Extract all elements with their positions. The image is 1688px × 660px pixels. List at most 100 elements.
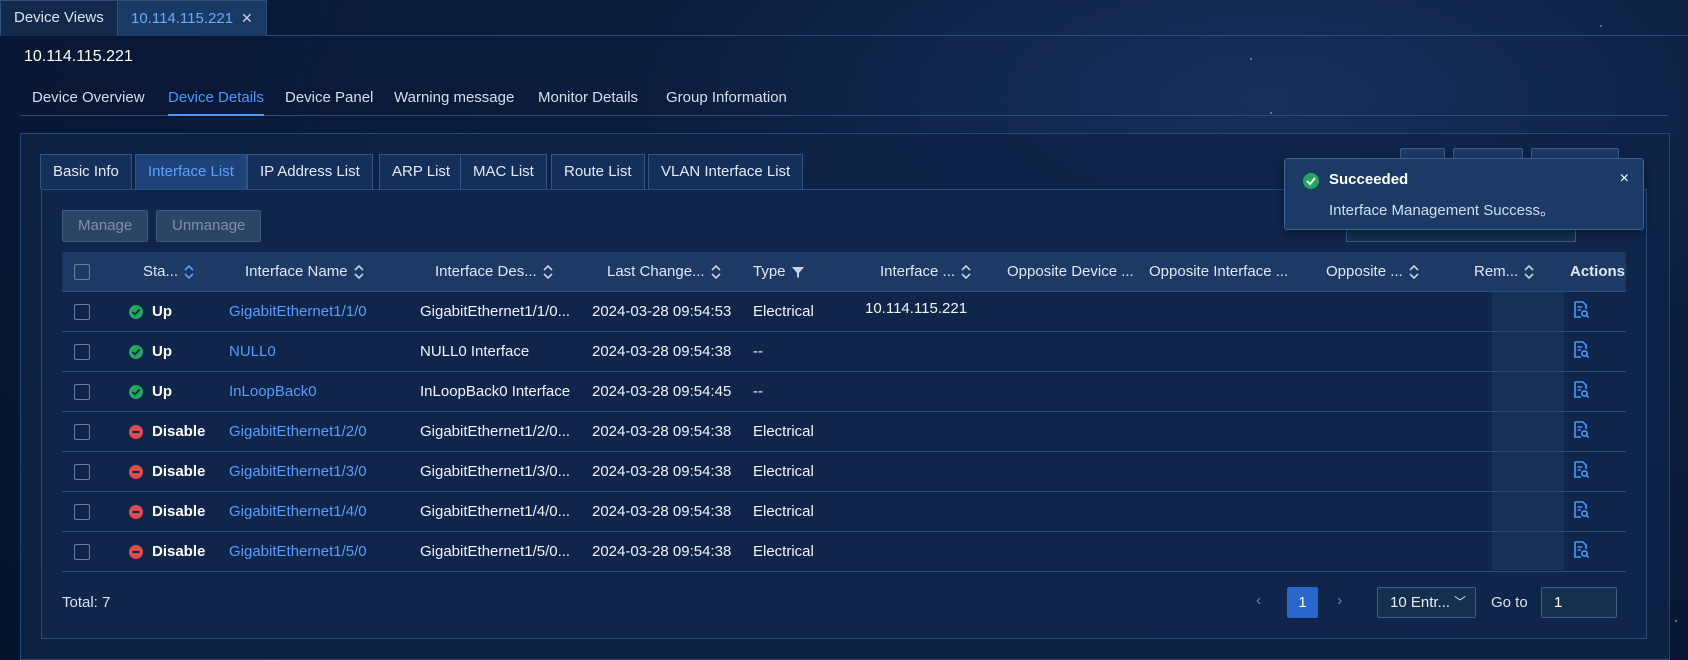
column-header-interface-ip[interactable]: Interface ... — [880, 252, 971, 292]
tab-basic-info[interactable]: Basic Info — [40, 154, 132, 189]
interface-name-link[interactable]: GigabitEthernet1/1/0 — [229, 292, 367, 332]
tab-device-details[interactable]: Device Details — [168, 89, 264, 116]
status-label: Disable — [152, 503, 206, 520]
view-details-icon[interactable] — [1572, 341, 1590, 359]
row-checkbox[interactable] — [74, 304, 90, 320]
column-header-label: Interface Des... — [435, 263, 537, 280]
table-row[interactable]: Disable GigabitEthernet1/4/0 GigabitEthe… — [62, 492, 1626, 532]
prev-page-icon[interactable]: ‹ — [1256, 592, 1261, 610]
tab-warning-message[interactable]: Warning message — [394, 89, 514, 114]
column-header-opposite-device[interactable]: Opposite Device ... — [1007, 252, 1134, 292]
last-change: 2024-03-28 09:54:38 — [592, 503, 732, 520]
tab-mac-list[interactable]: MAC List — [460, 154, 547, 189]
table-row[interactable]: Up GigabitEthernet1/1/0 GigabitEthernet1… — [62, 292, 1626, 332]
sort-icon[interactable] — [353, 265, 364, 280]
interface-name-link[interactable]: GigabitEthernet1/5/0 — [229, 532, 367, 572]
close-icon[interactable]: ✕ — [241, 10, 253, 26]
interface-name-link[interactable]: GigabitEthernet1/4/0 — [229, 492, 367, 532]
toast-message: Interface Management Success。 — [1329, 202, 1555, 219]
interface-name-link[interactable]: GigabitEthernet1/3/0 — [229, 452, 367, 492]
view-details-icon[interactable] — [1572, 421, 1590, 439]
page-number-active[interactable]: 1 — [1287, 587, 1318, 618]
sort-icon[interactable] — [1524, 265, 1534, 280]
row-checkbox[interactable] — [74, 504, 90, 520]
column-header-interface-name[interactable]: Interface Name — [245, 252, 364, 292]
table-row[interactable]: Disable GigabitEthernet1/5/0 GigabitEthe… — [62, 532, 1626, 572]
table-row[interactable]: Up InLoopBack0 InLoopBack0 Interface 202… — [62, 372, 1626, 412]
view-details-icon[interactable] — [1572, 301, 1590, 319]
success-check-icon — [1303, 173, 1319, 189]
interface-name-link[interactable]: NULL0 — [229, 332, 276, 372]
manage-button[interactable]: Manage — [62, 210, 149, 242]
tab-vlan-interface-list[interactable]: VLAN Interface List — [648, 154, 804, 189]
view-details-icon[interactable] — [1572, 381, 1590, 399]
last-change: 2024-03-28 09:54:38 — [592, 343, 732, 360]
tab-group-information[interactable]: Group Information — [666, 89, 787, 114]
unmanage-button[interactable]: Unmanage — [156, 210, 262, 242]
close-icon[interactable]: × — [1620, 170, 1629, 188]
row-checkbox[interactable] — [74, 424, 90, 440]
next-page-icon[interactable]: › — [1337, 592, 1342, 610]
column-header-label: Interface Name — [245, 263, 348, 280]
row-checkbox[interactable] — [74, 464, 90, 480]
column-header-remark[interactable]: Rem... — [1474, 252, 1534, 292]
tab-device-overview[interactable]: Device Overview — [32, 89, 145, 114]
sort-icon[interactable] — [711, 265, 721, 280]
interface-name-link[interactable]: GigabitEthernet1/2/0 — [229, 412, 367, 452]
view-details-icon[interactable] — [1572, 541, 1590, 559]
column-header-last-change[interactable]: Last Change... — [607, 252, 721, 292]
status-label: Disable — [152, 463, 206, 480]
interface-desc: NULL0 Interface — [420, 343, 530, 360]
last-change: 2024-03-28 09:54:53 — [592, 303, 732, 320]
sort-icon[interactable] — [961, 265, 971, 280]
goto-page-input[interactable]: 1 — [1541, 587, 1617, 618]
top-tab-device-ip[interactable]: 10.114.115.221 ✕ — [117, 0, 267, 36]
table-row[interactable]: Up NULL0 NULL0 Interface 2024-03-28 09:5… — [62, 332, 1626, 372]
device-tab-bar: Device Overview Device Details Device Pa… — [20, 86, 1668, 116]
tab-monitor-details[interactable]: Monitor Details — [538, 89, 638, 114]
table-header: Sta... Interface Name Interface Des... L… — [62, 252, 1626, 292]
interface-name-link[interactable]: InLoopBack0 — [229, 372, 317, 412]
column-header-opposite-interface[interactable]: Opposite Interface ... — [1149, 252, 1288, 292]
status-up-icon — [129, 305, 143, 319]
row-checkbox[interactable] — [74, 344, 90, 360]
status-label: Up — [152, 343, 172, 360]
select-all-checkbox[interactable] — [74, 264, 90, 280]
top-tab-device-views[interactable]: Device Views — [0, 0, 118, 36]
interface-desc: GigabitEthernet1/1/0... — [420, 303, 571, 320]
sort-icon[interactable] — [184, 265, 194, 280]
tab-arp-list[interactable]: ARP List — [379, 154, 464, 189]
page-size-select[interactable]: 10 Entr... ﹀ — [1377, 587, 1476, 618]
goto-label: Go to — [1491, 594, 1528, 611]
tab-interface-list[interactable]: Interface List — [135, 154, 247, 189]
column-header-type[interactable]: Type — [753, 252, 804, 292]
status-up-icon — [129, 345, 143, 359]
sort-icon[interactable] — [1409, 265, 1419, 280]
column-header-label: Last Change... — [607, 263, 705, 280]
row-checkbox[interactable] — [74, 544, 90, 560]
column-header-status[interactable]: Sta... — [143, 252, 194, 292]
view-details-icon[interactable] — [1572, 501, 1590, 519]
top-tab-bar: Device Views 10.114.115.221 ✕ — [0, 0, 1688, 36]
column-header-label: Interface ... — [880, 263, 956, 280]
type: Electrical — [753, 503, 814, 520]
interface-desc: GigabitEthernet1/3/0... — [420, 463, 571, 480]
table-row[interactable]: Disable GigabitEthernet1/3/0 GigabitEthe… — [62, 452, 1626, 492]
view-details-icon[interactable] — [1572, 461, 1590, 479]
tab-route-list[interactable]: Route List — [551, 154, 645, 189]
filter-icon[interactable] — [791, 266, 804, 279]
status-label: Up — [152, 383, 172, 400]
interface-ip: 10.114.115.221 — [865, 300, 968, 317]
row-checkbox[interactable] — [74, 384, 90, 400]
column-header-opposite[interactable]: Opposite ... — [1326, 252, 1419, 292]
tab-ip-address-list[interactable]: IP Address List — [247, 154, 373, 189]
status-disable-icon — [129, 465, 143, 479]
status-label: Disable — [152, 423, 206, 440]
column-header-interface-desc[interactable]: Interface Des... — [435, 252, 553, 292]
tab-device-panel[interactable]: Device Panel — [285, 89, 373, 114]
last-change: 2024-03-28 09:54:38 — [592, 543, 732, 560]
interface-desc: GigabitEthernet1/2/0... — [420, 423, 571, 440]
total-count: Total: 7 — [62, 594, 111, 611]
table-row[interactable]: Disable GigabitEthernet1/2/0 GigabitEthe… — [62, 412, 1626, 452]
sort-icon[interactable] — [543, 265, 553, 280]
